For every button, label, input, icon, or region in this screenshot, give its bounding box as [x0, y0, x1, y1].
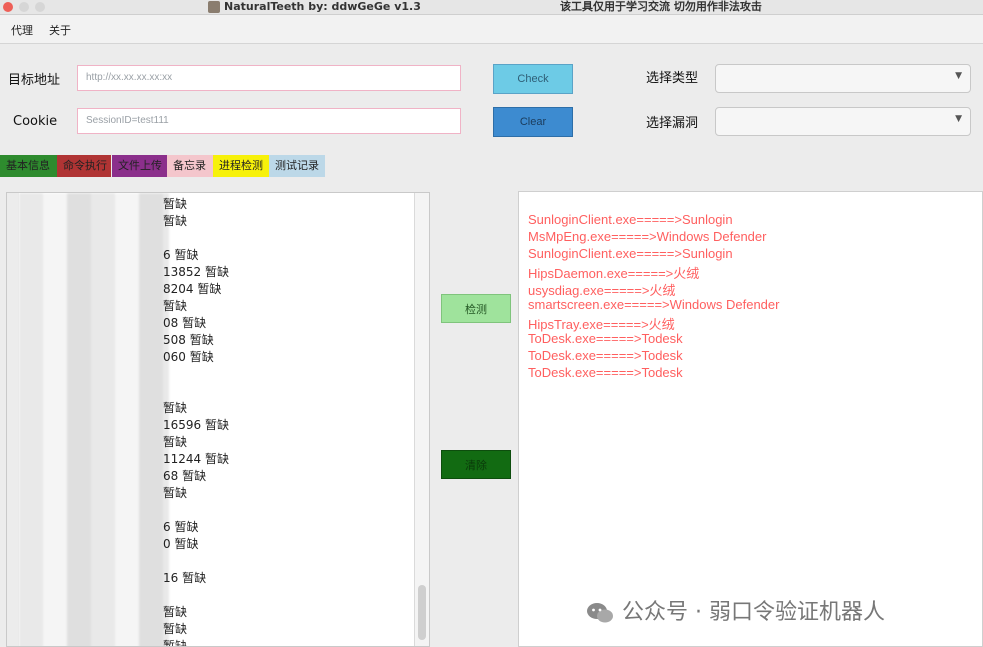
- target-form: 目标地址 http://xx.xx.xx.xx:xx Cookie Sessio…: [0, 44, 983, 150]
- process-list-item: 暂缺: [163, 401, 188, 415]
- vuln-select[interactable]: ▼: [715, 107, 971, 136]
- process-list[interactable]: 暂缺 暂缺 6 暂缺 13852 暂缺 8204 暂缺 暂缺 08 暂缺 508 暂缺 060 …: [6, 192, 430, 647]
- tab-memo[interactable]: 备忘录: [167, 155, 213, 177]
- target-label: 目标地址: [8, 73, 61, 88]
- process-list-item: 暂缺: [163, 435, 188, 449]
- process-list-item: 508 暂缺: [163, 333, 214, 347]
- tab-test-log[interactable]: 测试记录: [269, 155, 325, 177]
- result-line: MsMpEng.exe=====>Windows Defender: [528, 229, 767, 244]
- tab-label: 基本信息: [6, 159, 50, 172]
- check-button[interactable]: Check: [493, 64, 573, 94]
- wechat-icon: [587, 603, 613, 623]
- result-line: smartscreen.exe=====>Windows Defender: [528, 297, 780, 312]
- result-line: ToDesk.exe=====>Todesk: [528, 348, 683, 363]
- close-window-button[interactable]: [3, 2, 13, 12]
- menu-item-proxy[interactable]: 代理: [11, 22, 33, 38]
- window-title: NaturalTeeth by: ddwGeGe v1.3: [224, 0, 421, 13]
- title-bar: NaturalTeeth by: ddwGeGe v1.3 该工具仅用于学习交流…: [0, 0, 983, 15]
- process-list-scrollbar[interactable]: [414, 193, 429, 646]
- zoom-window-button[interactable]: [35, 2, 45, 12]
- detect-button[interactable]: 检测: [441, 294, 511, 323]
- tab-command-exec[interactable]: 命令执行: [57, 155, 111, 177]
- process-detect-panel: 暂缺 暂缺 6 暂缺 13852 暂缺 8204 暂缺 暂缺 08 暂缺 508 暂缺 060 …: [0, 177, 983, 647]
- process-list-item: 暂缺: [163, 299, 188, 313]
- menu-item-about[interactable]: 关于: [49, 22, 71, 38]
- tab-process-detect[interactable]: 进程检测: [213, 155, 269, 177]
- process-list-item: 16 暂缺: [163, 571, 207, 585]
- watermark-text: 公众号 · 弱口令验证机器人: [622, 600, 885, 625]
- type-label: 选择类型: [646, 71, 699, 86]
- results-panel[interactable]: SunloginClient.exe=====>Sunlogin MsMpEng.…: [518, 191, 983, 647]
- target-url-input[interactable]: http://xx.xx.xx.xx:xx: [77, 65, 461, 91]
- result-line: SunloginClient.exe=====>Sunlogin: [528, 246, 733, 261]
- minimize-window-button[interactable]: [19, 2, 29, 12]
- clear-results-button[interactable]: 清除: [441, 450, 511, 479]
- process-list-item: 16596 暂缺: [163, 418, 229, 432]
- process-list-item: 暂缺: [163, 486, 188, 500]
- cookie-label: Cookie: [13, 114, 58, 129]
- process-list-item: 13852 暂缺: [163, 265, 229, 279]
- menu-bar: 代理 关于: [0, 15, 983, 44]
- process-list-item: 6 暂缺: [163, 520, 199, 534]
- process-list-item: 暂缺: [163, 605, 188, 619]
- caret-down-icon: ▼: [955, 71, 962, 81]
- result-line: ToDesk.exe=====>Todesk: [528, 331, 683, 346]
- cookie-input[interactable]: SessionID=test111: [77, 108, 461, 134]
- process-list-item: 暂缺: [163, 214, 188, 228]
- tab-label: 测试记录: [275, 159, 319, 172]
- redacted-area: [19, 193, 169, 646]
- window-notice: 该工具仅用于学习交流 切勿用作非法攻击: [560, 0, 762, 13]
- tab-basic-info[interactable]: 基本信息: [0, 155, 57, 177]
- vuln-label: 选择漏洞: [646, 116, 699, 131]
- type-select[interactable]: ▼: [715, 64, 971, 93]
- tab-file-upload[interactable]: 文件上传: [112, 155, 167, 177]
- clear-button[interactable]: Clear: [493, 107, 573, 137]
- process-list-item: 08 暂缺: [163, 316, 207, 330]
- process-list-item: 11244 暂缺: [163, 452, 229, 466]
- tab-label: 进程检测: [219, 159, 263, 172]
- process-list-item: 暂缺: [163, 622, 188, 636]
- app-icon: [208, 1, 220, 13]
- process-list-item: 060 暂缺: [163, 350, 214, 364]
- process-list-item: 暂缺: [163, 197, 188, 211]
- process-list-item: 8204 暂缺: [163, 282, 222, 296]
- process-name-column: [7, 193, 19, 646]
- result-line: SunloginClient.exe=====>Sunlogin: [528, 212, 733, 227]
- process-list-item: 68 暂缺: [163, 469, 207, 483]
- process-list-item: 暂缺: [163, 639, 188, 647]
- process-list-item: 6 暂缺: [163, 248, 199, 262]
- tab-label: 备忘录: [173, 159, 206, 172]
- watermark: 公众号 · 弱口令验证机器人: [586, 594, 885, 626]
- scroll-thumb[interactable]: [418, 585, 426, 640]
- result-line: ToDesk.exe=====>Todesk: [528, 365, 683, 380]
- process-list-item: 0 暂缺: [163, 537, 199, 551]
- caret-down-icon: ▼: [955, 114, 962, 124]
- tab-label: 命令执行: [63, 159, 107, 172]
- tab-label: 文件上传: [118, 159, 162, 172]
